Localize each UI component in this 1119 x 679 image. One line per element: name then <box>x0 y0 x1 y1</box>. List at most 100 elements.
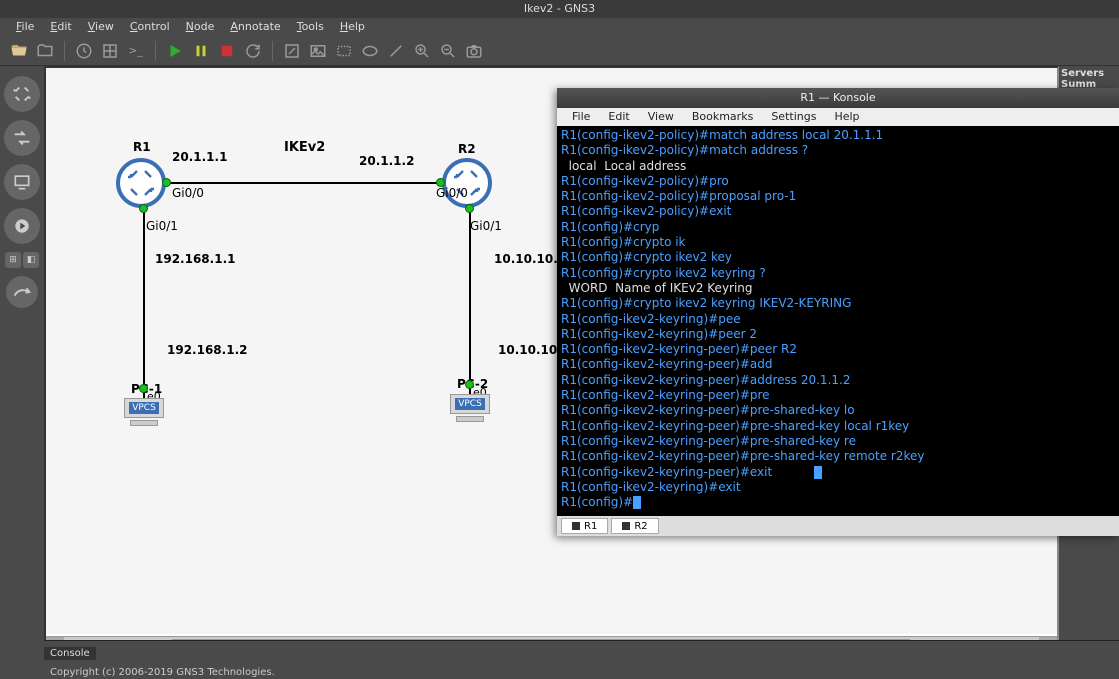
grid-icon[interactable] <box>99 40 121 62</box>
r2-wan-ip: 20.1.1.2 <box>359 154 414 168</box>
link-status-dot <box>139 204 148 213</box>
terminal-cursor <box>633 496 641 509</box>
main-toolbar: >_ <box>0 36 1119 66</box>
terminal-line: R1(config-ikev2-keyring)#exit <box>561 480 1115 495</box>
play-icon[interactable] <box>164 40 186 62</box>
terminal-line: R1(config)#cryp <box>561 220 1115 235</box>
terminal-line: R1(config-ikev2-keyring-peer)#peer R2 <box>561 342 1115 357</box>
window-title: Ikev2 - GNS3 <box>0 0 1119 18</box>
r1-gi00-label: Gi0/0 <box>172 186 204 200</box>
tab-icon <box>572 522 580 530</box>
terminal-line: R1(config)# <box>561 495 1115 510</box>
konsole-menu-file[interactable]: File <box>563 108 599 126</box>
tab-icon <box>622 522 630 530</box>
all-devices-icon[interactable]: ⊞ <box>5 252 21 268</box>
terminal-line: R1(config)#crypto ik <box>561 235 1115 250</box>
terminal-line: R1(config-ikev2-keyring)#peer 2 <box>561 327 1115 342</box>
terminal-line: R1(config-ikev2-keyring-peer)#pre-shared… <box>561 449 1115 464</box>
tab-label: R2 <box>634 521 647 532</box>
security-devices-icon[interactable] <box>4 208 40 244</box>
menu-edit[interactable]: Edit <box>42 18 79 36</box>
reload-icon[interactable] <box>242 40 264 62</box>
pc2-ip: 10.10.10 <box>498 343 557 357</box>
folder-icon[interactable] <box>34 40 56 62</box>
device-palette: ⊞ ◧ <box>0 66 44 656</box>
terminal-line: R1(config-ikev2-policy)#pro <box>561 174 1115 189</box>
terminal-line: R1(config-ikev2-keyring)#pee <box>561 312 1115 327</box>
menu-annotate[interactable]: Annotate <box>222 18 288 36</box>
terminal-line: R1(config-ikev2-policy)#match address lo… <box>561 128 1115 143</box>
r1-gi01-label: Gi0/1 <box>146 219 178 233</box>
lan1-gw-ip: 192.168.1.1 <box>155 252 235 266</box>
image-icon[interactable] <box>307 40 329 62</box>
end-devices-icon[interactable] <box>4 164 40 200</box>
zoom-in-icon[interactable] <box>411 40 433 62</box>
menu-file[interactable]: File <box>8 18 42 36</box>
pc1-ip: 192.168.1.2 <box>167 343 247 357</box>
terminal-line: WORD Name of IKEv2 Keyring <box>561 281 1115 296</box>
main-menu-bar: File Edit View Control Node Annotate Too… <box>0 18 1119 36</box>
r1-label: R1 <box>133 140 151 154</box>
terminal-line: local Local address <box>561 159 1115 174</box>
router-r1[interactable] <box>116 158 166 208</box>
open-folder-icon[interactable] <box>8 40 30 62</box>
misc-devices-icon[interactable]: ◧ <box>23 252 39 268</box>
konsole-tab-r1[interactable]: R1 <box>561 518 608 534</box>
konsole-menu-view[interactable]: View <box>639 108 683 126</box>
terminal-line: R1(config-ikev2-policy)#match address ? <box>561 143 1115 158</box>
konsole-terminal[interactable]: R1(config-ikev2-policy)#match address lo… <box>557 126 1119 516</box>
terminal-cursor <box>814 466 822 479</box>
vpcs-badge: VPCS <box>455 398 485 410</box>
switches-icon[interactable] <box>4 120 40 156</box>
link-ikev2-label: IKEv2 <box>284 140 325 155</box>
menu-view[interactable]: View <box>80 18 122 36</box>
terminal-line: R1(config-ikev2-keyring-peer)#pre <box>561 388 1115 403</box>
link-status-dot <box>162 178 171 187</box>
router-r2[interactable] <box>442 158 492 208</box>
copyright-text: Copyright (c) 2006-2019 GNS3 Technologie… <box>44 667 275 678</box>
clock-icon[interactable] <box>73 40 95 62</box>
add-link-icon[interactable] <box>6 276 38 308</box>
menu-control[interactable]: Control <box>122 18 178 36</box>
konsole-menu-edit[interactable]: Edit <box>599 108 638 126</box>
r2-gi00-label: Gi0/0 <box>436 186 468 200</box>
r1-wan-ip: 20.1.1.1 <box>172 150 227 164</box>
menu-node[interactable]: Node <box>178 18 223 36</box>
konsole-tabbar: R1 R2 <box>557 516 1119 536</box>
konsole-menu-settings[interactable]: Settings <box>762 108 825 126</box>
svg-text:>_: >_ <box>129 45 144 57</box>
terminal-line: R1(config-ikev2-keyring-peer)#add <box>561 357 1115 372</box>
menu-tools[interactable]: Tools <box>289 18 332 36</box>
r2-label: R2 <box>458 142 476 156</box>
link-status-dot <box>465 204 474 213</box>
routers-icon[interactable] <box>4 76 40 112</box>
konsole-menubar: File Edit View Bookmarks Settings Help <box>557 108 1119 126</box>
ellipse-icon[interactable] <box>359 40 381 62</box>
pc1-node[interactable]: VPCS <box>124 398 164 426</box>
konsole-title[interactable]: R1 — Konsole <box>557 88 1119 108</box>
rect-icon[interactable] <box>333 40 355 62</box>
line-icon[interactable] <box>385 40 407 62</box>
konsole-menu-bookmarks[interactable]: Bookmarks <box>683 108 762 126</box>
pc2-node[interactable]: VPCS <box>450 394 490 422</box>
terminal-line: R1(config-ikev2-policy)#proposal pro-1 <box>561 189 1115 204</box>
terminal-line: R1(config)#crypto ikev2 keyring ? <box>561 266 1115 281</box>
zoom-out-icon[interactable] <box>437 40 459 62</box>
r2-gi01-label: Gi0/1 <box>470 219 502 233</box>
console-icon[interactable]: >_ <box>125 40 147 62</box>
konsole-tab-r2[interactable]: R2 <box>611 518 658 534</box>
note-icon[interactable] <box>281 40 303 62</box>
servers-summary-title: Servers Summ <box>1061 68 1117 90</box>
screenshot-icon[interactable] <box>463 40 485 62</box>
stop-icon[interactable] <box>216 40 238 62</box>
lan2-gw-ip: 10.10.10. <box>494 252 558 266</box>
terminal-line: R1(config-ikev2-keyring-peer)#pre-shared… <box>561 403 1115 418</box>
konsole-menu-help[interactable]: Help <box>825 108 868 126</box>
menu-help[interactable]: Help <box>332 18 373 36</box>
konsole-window[interactable]: R1 — Konsole File Edit View Bookmarks Se… <box>557 88 1119 536</box>
vpcs-badge: VPCS <box>129 402 159 414</box>
terminal-line: R1(config-ikev2-policy)#exit <box>561 204 1115 219</box>
tab-label: R1 <box>584 521 597 532</box>
terminal-line: R1(config-ikev2-keyring-peer)#address 20… <box>561 373 1115 388</box>
pause-icon[interactable] <box>190 40 212 62</box>
